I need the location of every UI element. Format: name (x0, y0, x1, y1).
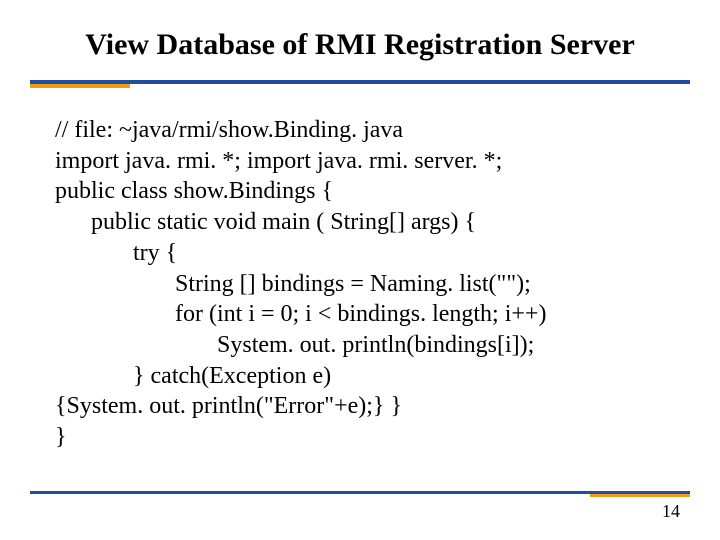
divider-bottom-accent (590, 494, 690, 497)
code-line: } (55, 422, 675, 453)
code-line: {System. out. println("Error"+e);} } (55, 391, 675, 422)
divider-top-accent (30, 84, 130, 88)
code-line: try { (55, 238, 675, 269)
code-line: import java. rmi. *; import java. rmi. s… (55, 146, 675, 177)
slide: View Database of RMI Registration Server… (0, 0, 720, 540)
code-block: // file: ~java/rmi/show.Binding. java im… (55, 115, 675, 453)
page-title: View Database of RMI Registration Server (0, 28, 720, 62)
code-line: } catch(Exception e) (55, 361, 675, 392)
code-line: public static void main ( String[] args)… (55, 207, 675, 238)
code-line: String [] bindings = Naming. list(""); (55, 269, 675, 300)
code-line: // file: ~java/rmi/show.Binding. java (55, 115, 675, 146)
code-line: public class show.Bindings { (55, 176, 675, 207)
code-line: for (int i = 0; i < bindings. length; i+… (55, 299, 675, 330)
page-number: 14 (662, 501, 680, 522)
code-line: System. out. println(bindings[i]); (55, 330, 675, 361)
